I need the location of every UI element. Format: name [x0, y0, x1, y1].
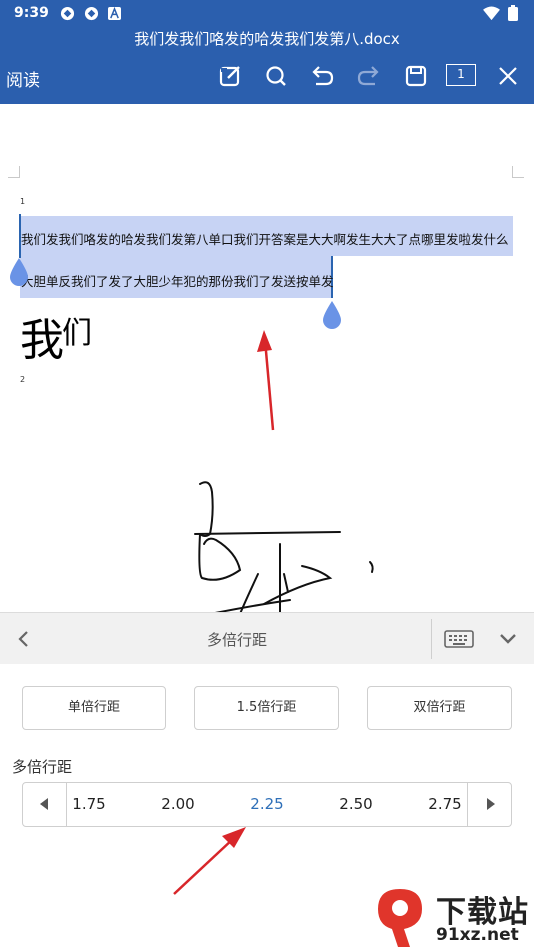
double-spacing-button[interactable]: 双倍行距: [367, 686, 512, 730]
multiple-spacing-label: 多倍行距: [12, 758, 73, 776]
handwritten-ink-drawing: [194, 481, 374, 612]
large-text-char: 我: [20, 315, 64, 366]
page-margin-corner: [512, 166, 524, 178]
watermark-site: 91xz.net: [436, 925, 519, 945]
triangle-left-icon: [40, 798, 48, 810]
selection-end-handle[interactable]: [321, 299, 343, 331]
redo-icon[interactable]: [353, 60, 385, 92]
document-canvas[interactable]: 1 我们发我们咯发的哈发我们发第八单口我们开答案是大大啊发生大大了点哪里发啦发什…: [0, 104, 534, 612]
close-icon[interactable]: [492, 60, 524, 92]
spacing-value-picker[interactable]: 1.75 2.00 2.25 2.50 2.75: [22, 782, 512, 827]
notification-app-icon: [84, 6, 99, 21]
search-icon[interactable]: [260, 60, 292, 92]
document-paragraph-line[interactable]: 我们发我们咯发的哈发我们发第八单口我们开答案是大大啊发生大大了点哪里发啦发什么: [21, 229, 509, 248]
page-number: 2: [20, 375, 26, 384]
status-time: 9:39: [14, 5, 49, 21]
picker-value[interactable]: 2.50: [326, 795, 386, 813]
read-mode-button[interactable]: 阅读: [6, 66, 40, 91]
annotation-arrow-icon: [173, 827, 246, 895]
document-paragraph-line[interactable]: 大胆单反我们了发了大胆少年犯的那份我们了发送按单发: [21, 271, 334, 290]
document-title: 我们发我们咯发的哈发我们发第八.docx: [134, 30, 400, 48]
keyboard-icon[interactable]: [444, 628, 474, 650]
panel-title: 多倍行距: [206, 631, 267, 649]
panel-header: 多倍行距: [0, 612, 534, 664]
battery-icon: [508, 5, 518, 21]
picker-next-button[interactable]: [467, 783, 511, 826]
page-margin-corner: [8, 166, 20, 178]
picker-value-selected[interactable]: 2.25: [237, 795, 297, 813]
triangle-right-icon: [487, 798, 495, 810]
one-point-five-spacing-button[interactable]: 1.5倍行距: [194, 686, 339, 730]
selection-start-handle[interactable]: [8, 256, 30, 288]
wifi-icon: [483, 6, 500, 21]
picker-value[interactable]: 2.75: [415, 795, 475, 813]
app-header: 9:39 我们发我们咯发的哈发我们发第八.docx 阅读 1: [0, 0, 534, 104]
collapse-chevron-down-icon[interactable]: [498, 631, 518, 647]
picker-value[interactable]: 1.75: [59, 795, 119, 813]
page-indicator-button[interactable]: 1: [446, 64, 476, 86]
save-icon[interactable]: [400, 60, 432, 92]
notification-a-icon: [108, 7, 121, 20]
notification-app-icon: [60, 6, 75, 21]
page-number: 1: [20, 197, 26, 206]
watermark-logo-icon: [378, 889, 422, 947]
single-spacing-button[interactable]: 单倍行距: [22, 686, 166, 730]
annotation-arrow-icon: [257, 330, 275, 431]
panel-divider: [431, 619, 432, 659]
large-text-run[interactable]: 我们: [20, 304, 92, 368]
picker-value[interactable]: 2.00: [148, 795, 208, 813]
watermark: 下载站 91xz.net: [370, 885, 534, 950]
page-indicator-number: 1: [457, 67, 465, 81]
edit-icon[interactable]: [214, 60, 246, 92]
status-bar: 9:39: [0, 0, 534, 26]
undo-icon[interactable]: [306, 60, 338, 92]
large-text-char-small: 们: [62, 316, 92, 351]
